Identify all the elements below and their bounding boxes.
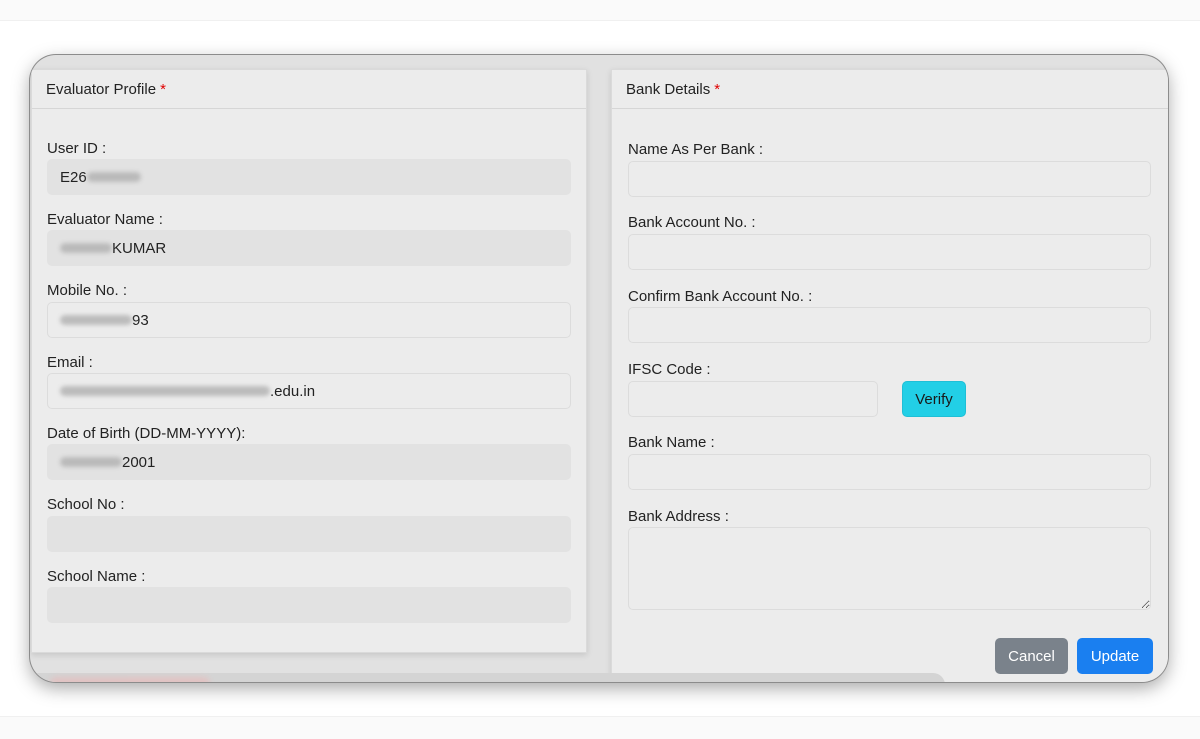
ifsc-code-label: IFSC Code :: [628, 361, 711, 378]
email-label: Email :: [47, 354, 93, 371]
page-bottom-strip: [0, 716, 1200, 739]
redacted-text: [60, 243, 112, 253]
dob-label: Date of Birth (DD-MM-YYYY):: [47, 425, 246, 442]
required-marker: *: [714, 80, 721, 98]
bank-address-label: Bank Address :: [628, 508, 729, 525]
background-blur-element: [50, 677, 210, 682]
mobile-no-label: Mobile No. :: [47, 282, 128, 299]
evaluator-profile-header: Evaluator Profile *: [32, 70, 586, 109]
confirm-bank-account-no-label: Confirm Bank Account No. :: [628, 288, 813, 305]
bank-details-card: Bank Details * Name As Per Bank : Bank A…: [611, 69, 1168, 682]
bank-account-no-label: Bank Account No. :: [628, 214, 756, 231]
redacted-text: [86, 172, 141, 182]
name-as-per-bank-label: Name As Per Bank :: [628, 141, 764, 158]
mobile-no-field[interactable]: 93: [47, 302, 571, 338]
page-top-strip: [0, 0, 1200, 21]
name-as-per-bank-input[interactable]: [628, 161, 1151, 197]
dob-value: 2001: [122, 453, 156, 471]
user-id-value: E26: [60, 168, 87, 186]
bank-name-label: Bank Name :: [628, 434, 715, 451]
evaluator-name-label: Evaluator Name :: [47, 211, 163, 228]
user-id-label: User ID :: [47, 140, 107, 157]
cancel-button[interactable]: Cancel: [995, 638, 1068, 674]
confirm-bank-account-no-input[interactable]: [628, 307, 1151, 343]
redacted-text: [60, 315, 132, 325]
bank-details-title: Bank Details: [626, 80, 711, 98]
evaluator-name-value: KUMAR: [112, 239, 167, 257]
modal-window: Evaluator Profile * User ID : E26 Evalua…: [30, 55, 1168, 682]
bank-address-textarea[interactable]: [628, 527, 1151, 610]
bank-details-header: Bank Details *: [612, 70, 1168, 109]
mobile-no-value: 93: [132, 311, 149, 329]
email-value: .edu.in: [270, 382, 316, 400]
school-name-label: School Name :: [47, 568, 146, 585]
school-no-label: School No :: [47, 496, 125, 513]
dob-field[interactable]: 2001: [47, 444, 571, 480]
evaluator-name-field[interactable]: KUMAR: [47, 230, 571, 266]
required-marker: *: [160, 80, 166, 98]
verify-button[interactable]: Verify: [902, 381, 966, 417]
evaluator-profile-card: Evaluator Profile * User ID : E26 Evalua…: [31, 69, 587, 653]
redacted-text: [60, 386, 270, 396]
user-id-field[interactable]: E26: [47, 159, 571, 195]
bank-name-input[interactable]: [628, 454, 1151, 490]
evaluator-profile-title: Evaluator Profile: [46, 80, 157, 98]
update-button[interactable]: Update: [1077, 638, 1153, 674]
ifsc-code-input[interactable]: [628, 381, 878, 417]
background-panel-edge: [30, 673, 945, 682]
email-field[interactable]: .edu.in: [47, 373, 571, 409]
school-name-field[interactable]: [47, 587, 571, 623]
school-no-field[interactable]: [47, 516, 571, 552]
bank-account-no-input[interactable]: [628, 234, 1151, 270]
redacted-text: [60, 457, 122, 467]
